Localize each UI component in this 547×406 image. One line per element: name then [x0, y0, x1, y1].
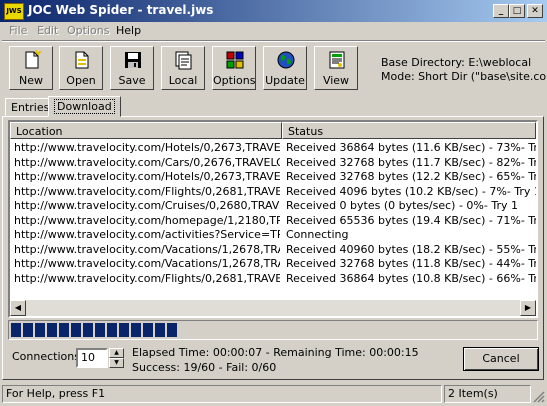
column-header-status[interactable]: Status — [282, 122, 536, 139]
view-button[interactable]: View — [314, 46, 358, 90]
new-button[interactable]: New — [9, 46, 53, 90]
column-header-location[interactable]: Location — [10, 122, 282, 139]
row-status: Received 0 bytes (0 bytes/sec) - 0%- Try… — [286, 199, 518, 212]
cancel-button[interactable]: Cancel — [463, 347, 539, 371]
row-status: Received 32768 bytes (11.8 KB/sec) - 44%… — [286, 257, 536, 270]
progress-block — [119, 323, 129, 337]
row-location: http://www.travelocity.com/Flights/0,268… — [14, 184, 280, 198]
progress-block — [167, 323, 177, 337]
resize-grip-icon[interactable] — [533, 391, 545, 403]
save-label: Save — [118, 74, 146, 87]
row-status: Received 4096 bytes (10.2 KB/sec) - 7%- … — [286, 184, 536, 198]
table-row[interactable]: http://www.travelocity.com/Vacations/1,2… — [10, 243, 536, 257]
connections-label: Connections: — [12, 350, 84, 363]
maximize-button[interactable]: □ — [509, 4, 525, 18]
row-location: http://www.travelocity.com/homepage/1,21… — [14, 213, 280, 227]
tab-download[interactable]: Download — [48, 96, 121, 117]
table-row[interactable]: http://www.travelocity.com/Flights/0,268… — [10, 185, 536, 199]
row-location: http://www.travelocity.com/Cruises/0,268… — [14, 199, 280, 212]
globe-icon — [277, 51, 295, 69]
save-disk-icon — [125, 52, 141, 68]
progress-block — [143, 323, 153, 337]
update-button[interactable]: Update — [263, 46, 307, 90]
row-status: Connecting — [286, 228, 349, 241]
options-palette-icon — [226, 51, 244, 69]
download-progress-bar — [8, 320, 538, 340]
progress-block — [95, 323, 105, 337]
minimize-button[interactable]: _ — [493, 4, 509, 18]
save-button[interactable]: Save — [110, 46, 154, 90]
progress-block — [83, 323, 93, 337]
progress-block — [71, 323, 81, 337]
row-location: http://www.travelocity.com/Vacations/1,2… — [14, 242, 280, 256]
download-list[interactable]: Location Status http://www.travelocity.c… — [8, 120, 538, 318]
status-help-text: For Help, press F1 — [2, 385, 442, 403]
progress-block — [35, 323, 45, 337]
row-status: Received 40960 bytes (18.2 KB/sec) - 55%… — [286, 242, 536, 256]
connections-up-arrow[interactable]: ▲ — [109, 348, 124, 358]
table-row[interactable]: http://www.travelocity.com/homepage/1,21… — [10, 214, 536, 228]
progress-block — [131, 323, 141, 337]
new-document-icon — [25, 50, 42, 69]
title-bar[interactable]: JWS JOC Web Spider - travel.jws _ □ ✕ — [0, 0, 547, 22]
row-status: Received 32768 bytes (11.7 KB/sec) - 82%… — [286, 155, 536, 169]
connections-input[interactable]: 10 — [76, 348, 108, 368]
connections-down-arrow[interactable]: ▼ — [109, 358, 124, 368]
row-location: http://www.travelocity.com/Hotels/0,2673… — [14, 170, 280, 183]
progress-block — [23, 323, 33, 337]
progress-block — [47, 323, 57, 337]
row-location: http://www.travelocity.com/Vacations/1,2… — [14, 257, 280, 270]
open-label: Open — [66, 74, 96, 87]
open-button[interactable]: Open — [59, 46, 103, 90]
local-label: Local — [168, 74, 198, 87]
table-row[interactable]: http://www.travelocity.com/Cars/0,2676,T… — [10, 156, 536, 170]
status-bar: For Help, press F1 2 Item(s) — [0, 383, 547, 405]
row-location: http://www.travelocity.com/Cars/0,2676,T… — [14, 155, 280, 169]
toolbar-separator — [2, 40, 545, 42]
progress-block — [155, 323, 165, 337]
options-button[interactable]: Options — [212, 46, 256, 90]
progress-block — [11, 323, 21, 337]
scroll-right-button[interactable]: ▶ — [520, 300, 536, 316]
horizontal-scrollbar[interactable]: ◀ ▶ — [10, 300, 536, 316]
table-row[interactable]: http://www.travelocity.com/Vacations/1,2… — [10, 257, 536, 271]
table-row[interactable]: http://www.travelocity.com/activities?Se… — [10, 228, 536, 242]
progress-block — [107, 323, 117, 337]
app-icon: JWS — [4, 3, 24, 20]
table-row[interactable]: http://www.travelocity.com/Hotels/0,2673… — [10, 170, 536, 184]
tab-download-label: Download — [54, 99, 115, 114]
progress-block — [59, 323, 69, 337]
local-button[interactable]: Local — [161, 46, 205, 90]
close-button[interactable]: ✕ — [527, 4, 543, 18]
update-label: Update — [265, 74, 305, 87]
local-files-icon — [175, 51, 192, 70]
scroll-left-button[interactable]: ◀ — [10, 300, 26, 316]
menu-options[interactable]: Options — [67, 24, 109, 37]
base-directory-text: Base Directory: E:\weblocal — [381, 56, 532, 69]
row-location: http://www.travelocity.com/Flights/0,268… — [14, 271, 280, 285]
new-label: New — [19, 74, 43, 87]
row-location: http://www.travelocity.com/activities?Se… — [14, 228, 280, 241]
row-status: Received 65536 bytes (19.4 KB/sec) - 71%… — [286, 213, 536, 227]
mode-text: Mode: Short Dir ("base\site.com") — [381, 70, 547, 83]
menu-file[interactable]: File — [9, 24, 27, 37]
table-row[interactable]: http://www.travelocity.com/Hotels/0,2673… — [10, 141, 536, 155]
window-title: JOC Web Spider - travel.jws — [28, 3, 214, 17]
row-status: Received 36864 bytes (11.6 KB/sec) - 73%… — [286, 141, 536, 154]
menu-edit[interactable]: Edit — [37, 24, 58, 37]
table-row[interactable]: http://www.travelocity.com/Flights/0,268… — [10, 272, 536, 286]
options-label: Options — [213, 74, 256, 87]
row-status: Received 36864 bytes (10.8 KB/sec) - 66%… — [286, 271, 536, 285]
open-document-icon — [75, 51, 89, 69]
view-label: View — [322, 74, 350, 87]
status-item-count: 2 Item(s) — [444, 385, 531, 403]
table-row[interactable]: http://www.travelocity.com/Cruises/0,268… — [10, 199, 536, 213]
success-fail-text: Success: 19/60 - Fail: 0/60 — [132, 361, 277, 374]
row-status: Received 32768 bytes (12.2 KB/sec) - 65%… — [286, 170, 536, 183]
view-page-icon — [329, 51, 345, 69]
elapsed-time-text: Elapsed Time: 00:00:07 - Remaining Time:… — [132, 346, 419, 359]
row-location: http://www.travelocity.com/Hotels/0,2673… — [14, 141, 280, 154]
menu-help[interactable]: Help — [116, 24, 141, 37]
